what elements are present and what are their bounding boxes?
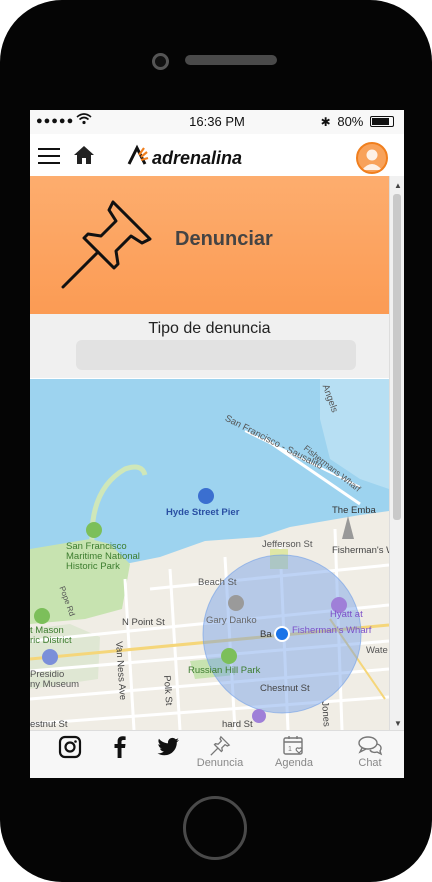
twitter-icon [157,737,179,756]
chat-icon [358,736,383,756]
tab-agenda[interactable]: 1 Agenda [270,735,318,769]
map-label: ric District [30,635,72,646]
map-label: Hyatt at [330,609,363,620]
tab-twitter[interactable] [152,735,184,759]
battery-percent: 80% [337,114,364,129]
map-label: Historic Park [66,561,120,572]
tab-denuncia[interactable]: Denuncia [194,735,246,769]
instagram-icon [58,735,82,759]
scrollbar-thumb[interactable] [393,194,401,520]
map-label: Jones [319,701,332,728]
scroll-up-icon[interactable]: ▲ [394,181,402,190]
front-camera [152,53,169,70]
home-button[interactable] [183,796,247,860]
map-label: hard St [222,719,253,730]
map-label: Gary Danko [206,615,257,626]
tab-facebook[interactable] [104,735,136,759]
map-view[interactable]: San Francisco - Sausalito Angels Fisherm… [30,379,389,730]
svg-text:1: 1 [288,746,292,753]
page-title: Denunciar [175,228,273,250]
status-right: ✱ 80% [321,114,394,129]
tab-instagram[interactable] [54,735,86,759]
app-logo: adrenalina [126,144,276,170]
battery-icon [370,116,394,127]
map-label: N Point St [122,617,165,628]
denuncia-form: Tipo de denuncia [30,314,389,378]
main-content: Denunciar Tipo de denuncia San Francisco… [30,176,389,730]
pushpin-icon [210,735,231,756]
pushpin-icon [58,194,158,294]
bottom-tab-bar: Denuncia 1 Agenda Chat [30,730,404,778]
phone-frame: ●●●●● 16:36 PM ✱ 80% adrenalina Denuncia… [0,0,432,882]
map-label: estnut St [30,719,68,730]
facebook-icon [114,736,126,758]
map-label: Fisherman's Wha [332,545,389,556]
map-label: Ba [260,629,272,640]
hero-banner: Denunciar [30,176,389,314]
tipo-denuncia-label: Tipo de denuncia [148,320,271,337]
bluetooth-icon: ✱ [320,115,331,129]
tipo-denuncia-select[interactable] [76,340,356,370]
avatar[interactable] [356,142,388,174]
map-label: Hyde Street Pier [166,507,240,518]
map-label: Fisherman's Wharf [292,625,372,636]
scroll-down-icon[interactable]: ▼ [394,719,402,728]
map-label: Beach St [198,577,237,588]
map-label: Jefferson St [262,539,313,550]
tab-label: Denuncia [196,757,244,769]
tab-label: Agenda [275,757,313,769]
screen: ●●●●● 16:36 PM ✱ 80% adrenalina Denuncia… [30,110,404,778]
map-label: Russian Hill Park [188,665,261,676]
map-label: Polk St [161,675,175,706]
earpiece-speaker [185,55,277,65]
map-label: Chestnut St [260,683,310,694]
app-header: adrenalina [30,134,404,177]
menu-icon[interactable] [38,148,60,164]
home-icon[interactable] [72,144,96,166]
scrollbar[interactable]: ▲ ▼ [389,176,404,730]
status-bar: ●●●●● 16:36 PM ✱ 80% [30,110,404,134]
logo-text: adrenalina [152,148,242,168]
calendar-heart-icon: 1 [283,736,303,755]
map-label: The Emba [332,505,376,516]
map-label: ny Museum [30,679,80,690]
tab-chat[interactable]: Chat [352,735,388,769]
tab-label: Chat [358,757,382,769]
map-label: Wate [366,645,388,656]
